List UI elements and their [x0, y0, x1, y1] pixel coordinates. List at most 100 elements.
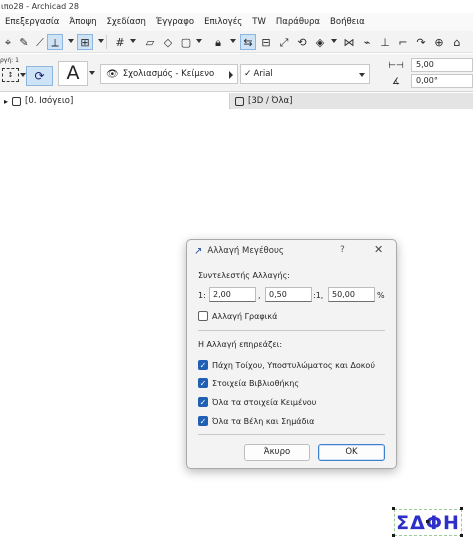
selection-handle[interactable] [392, 507, 395, 510]
pen-icon[interactable]: ✎ [16, 34, 32, 50]
option-wall-thickness-checkbox[interactable]: ✓ [198, 360, 208, 370]
menu-options[interactable]: Επιλογές [199, 17, 247, 27]
checkmark-icon: ✓ [244, 69, 252, 79]
option-text-checkbox[interactable]: ✓ [198, 397, 208, 407]
option-library-checkbox[interactable]: ✓ [198, 378, 208, 388]
layer-icon[interactable]: ◇ [160, 34, 176, 50]
menu-window[interactable]: Παράθυρα [271, 17, 325, 27]
guide-dropdown-icon[interactable] [68, 39, 74, 43]
menu-view[interactable]: Άποψη [64, 17, 101, 27]
curve-icon[interactable]: ⌐ [395, 34, 411, 50]
unite-icon[interactable]: ⊕ [431, 34, 447, 50]
ratio-prefix: 1: [198, 291, 206, 300]
3d-window-icon [235, 96, 244, 106]
rotate-icon[interactable]: ⟲ [294, 34, 310, 50]
menu-help[interactable]: Βοήθεια [325, 17, 370, 27]
graphics-checkbox[interactable] [198, 311, 208, 321]
archicad-icon: ↗ [194, 245, 203, 257]
grid-dropdown-icon[interactable] [130, 39, 136, 43]
window-title: ιπο28 - Archicad 28 [0, 0, 473, 13]
lock-dropdown-icon[interactable] [230, 39, 236, 43]
layer-selector[interactable]: 👁︎ Σχολιασμός - Κείμενο [100, 64, 238, 84]
resize-dialog: ↗ Αλλαγή Μεγέθους ? ✕ Συντελεστής Αλλαγή… [186, 239, 397, 469]
text-size-icon: ⊢⊣ [388, 61, 404, 71]
dialog-title: Αλλαγή Μεγέθους [207, 246, 284, 256]
frame-icon[interactable]: ▢ [178, 34, 194, 50]
affects-label: Η Αλλαγή επηρεάζει: [198, 340, 283, 349]
3d-object-icon[interactable]: ◈ [312, 34, 328, 50]
angle-icon: ∡ [391, 77, 401, 87]
tab-3d[interactable]: [3D / Όλα] [231, 93, 473, 109]
frame-dropdown-icon[interactable] [196, 39, 202, 43]
menu-design[interactable]: Σχεδίαση [102, 17, 151, 27]
arc-icon[interactable]: ↷ [413, 34, 429, 50]
dialog-divider [198, 434, 385, 435]
selection-handle[interactable] [460, 534, 463, 537]
selection-handle[interactable] [426, 520, 429, 523]
grid-icon[interactable]: # [112, 34, 128, 50]
snap-dropdown-icon[interactable] [98, 39, 104, 43]
selection-handle[interactable] [460, 507, 463, 510]
standard-toolbar: ⌖ ✎ ⟋ ⟂ ⊞ # ▱ ◇ ▢ 🔒︎ ⇆ ⊟ ⤢ ⟲ ◈ ⋈ ⌁ ⊥ ⌐ ↷… [0, 31, 473, 53]
chevron-down-icon [359, 73, 365, 77]
pick-up-icon[interactable]: ⌖ [0, 34, 16, 50]
help-icon[interactable]: ? [340, 245, 345, 255]
close-icon[interactable]: ✕ [374, 243, 383, 256]
text-size-field[interactable]: 5,00 [411, 58, 473, 72]
info-box: ργή: 1 ↕ ⟳ A 👁︎ Σχολιασμός - Κείμενο ✓ A… [0, 54, 473, 92]
fill-icon[interactable]: ▱ [142, 34, 158, 50]
eyedropper-icon[interactable]: ⟋ [32, 34, 48, 50]
split-icon[interactable]: ⋈ [341, 34, 357, 50]
factor-label: Συντελεστής Αλλαγής: [198, 271, 290, 280]
option-arrows-label: Όλα τα Βέλη και Σημάδια [212, 417, 315, 426]
tab-floor-plan-label: [0. Ισόγειο] [25, 96, 74, 106]
dialog-title-bar[interactable]: ↗ Αλλαγή Μεγέθους [187, 240, 396, 262]
measure-icon[interactable]: ⊟ [258, 34, 274, 50]
dialog-divider [198, 330, 385, 331]
option-arrows-checkbox[interactable]: ✓ [198, 416, 208, 426]
text-style-button[interactable]: A [58, 61, 88, 86]
graphics-label: Αλλαγή Γραφικά [212, 312, 278, 321]
dimension-icon[interactable]: ⤢ [276, 34, 292, 50]
layer-name: Σχολιασμός - Κείμενο [122, 69, 215, 79]
floor-plan-icon [12, 96, 22, 106]
percent-sign: % [377, 291, 385, 300]
selection-handle[interactable] [392, 534, 395, 537]
eye-icon: 👁︎ [106, 68, 119, 80]
separator-comma: , [258, 291, 261, 300]
font-selector[interactable]: ✓ Arial [240, 64, 370, 84]
text-style-dropdown-icon[interactable] [89, 71, 95, 75]
adjust-icon[interactable]: ⌁ [359, 34, 375, 50]
chevron-right-icon [229, 71, 233, 79]
option-text-label: Όλα τα στοιχεία Κειμένου [212, 398, 317, 407]
angle-field[interactable]: 0,00° [411, 74, 473, 88]
lock-icon[interactable]: 🔒︎ [210, 34, 226, 50]
scale-percent-field[interactable]: 50,00 [328, 287, 375, 302]
toolbar-divider [106, 35, 107, 49]
font-name: Arial [253, 69, 273, 79]
snap-icon[interactable]: ⊞ [77, 34, 93, 50]
view-tab-strip: ▸ [0. Ισόγειο] [3D / Όλα] [0, 93, 473, 109]
menu-tw[interactable]: TW [247, 17, 271, 27]
geometry-method-label: ργή: 1 [0, 57, 19, 64]
trace-icon[interactable]: ⇆ [240, 34, 256, 50]
pin-icon: ▸ [4, 96, 9, 106]
tab-floor-plan[interactable]: ▸ [0. Ισόγειο] [0, 93, 230, 109]
ok-button[interactable]: OK [318, 444, 385, 461]
cancel-button[interactable]: Άκυρο [244, 444, 310, 461]
scale-value-1-field[interactable]: 2,00 [209, 287, 256, 302]
menu-edit[interactable]: Επεξεργασία [0, 17, 64, 27]
separator-ratio: :1, [313, 291, 324, 300]
guide-line-icon[interactable]: ⟂ [47, 34, 63, 50]
option-wall-thickness-label: Πάχη Τοίχου, Υποστυλώματος και Δοκού [212, 361, 375, 370]
3d-dropdown-icon[interactable] [331, 39, 337, 43]
menu-bar: Επεξεργασία Άποψη Σχεδίαση Έγγραφο Επιλο… [0, 13, 473, 31]
scale-value-2-field[interactable]: 0,50 [265, 287, 312, 302]
anchor-rotate-icon[interactable]: ⟳ [26, 66, 53, 86]
elevation-icon[interactable]: ⊥ [377, 34, 393, 50]
geometry-method-icon[interactable]: ↕ [2, 68, 19, 82]
option-library-label: Στοιχεία Βιβλιοθήκης [212, 379, 300, 388]
home-icon[interactable]: ⌂ [449, 34, 465, 50]
tab-3d-label: [3D / Όλα] [248, 96, 293, 106]
menu-document[interactable]: Έγγραφο [151, 17, 199, 27]
